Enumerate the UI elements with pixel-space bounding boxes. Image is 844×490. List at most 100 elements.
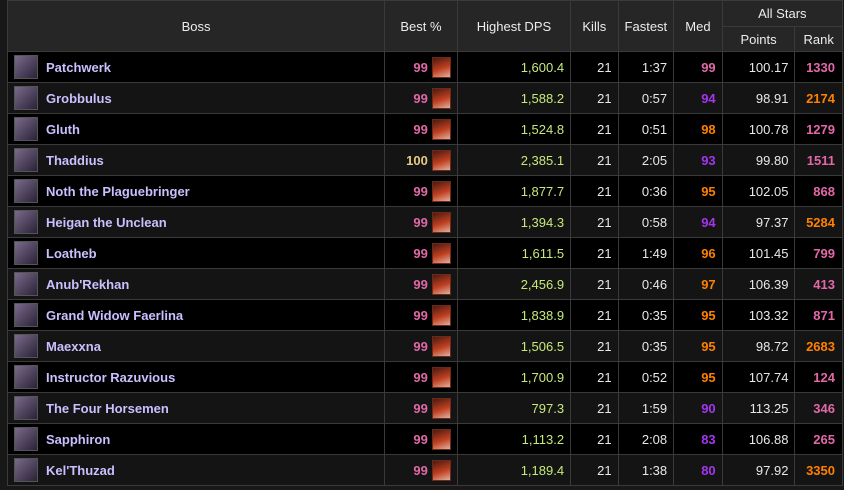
boss-cell-content: Sapphiron [14, 427, 384, 451]
points-value: 100.17 [721, 51, 796, 83]
table-row[interactable]: Maexxna 99 1,506.5 21 0:35 95 98.72 2683 [6, 330, 843, 362]
best-percent-cell: 99 [384, 51, 458, 83]
boss-name-link[interactable]: Maexxna [46, 339, 101, 354]
rank-value[interactable]: 346 [794, 392, 843, 424]
boss-cell: Patchwerk [6, 51, 386, 83]
table-row[interactable]: Anub'Rekhan 99 2,456.9 21 0:46 97 106.39… [6, 268, 843, 300]
boss-cell-content: The Four Horsemen [14, 396, 384, 420]
spec-icon[interactable] [431, 118, 451, 140]
boss-name-link[interactable]: Gluth [46, 122, 80, 137]
kills-value: 21 [570, 113, 619, 145]
table-row[interactable]: Sapphiron 99 1,113.2 21 2:08 83 106.88 2… [6, 423, 843, 455]
boss-name-link[interactable]: Heigan the Unclean [46, 215, 167, 230]
spec-icon[interactable] [431, 273, 451, 295]
best-percent-cell: 99 [384, 113, 458, 145]
rank-value[interactable]: 1279 [794, 113, 843, 145]
boss-name-link[interactable]: Noth the Plaguebringer [46, 184, 190, 199]
fastest-value: 0:36 [617, 175, 675, 207]
rank-value[interactable]: 413 [794, 268, 843, 300]
table-row[interactable]: Thaddius 100 2,385.1 21 2:05 93 99.80 15… [6, 144, 843, 176]
boss-rankings-table: Boss Best % Highest DPS Kills Fastest Me… [6, 0, 844, 486]
best-percent-content: 99 [385, 428, 451, 450]
spec-icon[interactable] [431, 211, 451, 233]
boss-name-link[interactable]: Loatheb [46, 246, 97, 261]
highest-dps-value: 1,506.5 [456, 330, 572, 362]
boss-name-link[interactable]: Grand Widow Faerlina [46, 308, 183, 323]
header-rank[interactable]: Rank [794, 26, 843, 52]
rank-value[interactable]: 5284 [794, 206, 843, 238]
table-row[interactable]: Kel'Thuzad 99 1,189.4 21 1:38 80 97.92 3… [6, 454, 843, 486]
maexxna-portrait-icon [14, 334, 38, 358]
kills-value: 21 [570, 175, 619, 207]
rank-value[interactable]: 2683 [794, 330, 843, 362]
table-row[interactable]: Heigan the Unclean 99 1,394.3 21 0:58 94… [6, 206, 843, 238]
best-percent-content: 99 [385, 118, 451, 140]
header-points[interactable]: Points [721, 26, 796, 52]
spec-icon[interactable] [431, 335, 451, 357]
spec-icon[interactable] [431, 428, 451, 450]
spec-icon[interactable] [431, 459, 451, 481]
header-fastest[interactable]: Fastest [617, 0, 675, 52]
table-row[interactable]: Patchwerk 99 1,600.4 21 1:37 99 100.17 1… [6, 51, 843, 83]
fastest-value: 2:05 [617, 144, 675, 176]
table-row[interactable]: The Four Horsemen 99 797.3 21 1:59 90 11… [6, 392, 843, 424]
highest-dps-value: 1,394.3 [456, 206, 572, 238]
table-row[interactable]: Loatheb 99 1,611.5 21 1:49 96 101.45 799 [6, 237, 843, 269]
points-value: 99.80 [721, 144, 796, 176]
best-percent-value: 99 [413, 431, 428, 447]
rank-value[interactable]: 265 [794, 423, 843, 455]
boss-name-link[interactable]: Instructor Razuvious [46, 370, 175, 385]
boss-name-link[interactable]: Patchwerk [46, 60, 111, 75]
spec-icon[interactable] [431, 56, 451, 78]
spec-icon[interactable] [431, 180, 451, 202]
spec-icon[interactable] [431, 397, 451, 419]
best-percent-value: 99 [413, 245, 428, 261]
median-value: 94 [673, 206, 723, 238]
header-median[interactable]: Med [673, 0, 723, 52]
boss-name-link[interactable]: Kel'Thuzad [46, 463, 115, 478]
spec-icon[interactable] [431, 242, 451, 264]
best-percent-value: 99 [413, 214, 428, 230]
boss-cell-content: Patchwerk [14, 55, 384, 79]
header-kills[interactable]: Kills [570, 0, 619, 52]
table-row[interactable]: Grobbulus 99 1,588.2 21 0:57 94 98.91 21… [6, 82, 843, 114]
median-value: 95 [673, 175, 723, 207]
rank-value[interactable]: 1511 [794, 144, 843, 176]
highest-dps-value: 1,588.2 [456, 82, 572, 114]
boss-name-link[interactable]: Grobbulus [46, 91, 112, 106]
table-row[interactable]: Gluth 99 1,524.8 21 0:51 98 100.78 1279 [6, 113, 843, 145]
table-row[interactable]: Noth the Plaguebringer 99 1,877.7 21 0:3… [6, 175, 843, 207]
best-percent-content: 99 [385, 304, 451, 326]
table-row[interactable]: Grand Widow Faerlina 99 1,838.9 21 0:35 … [6, 299, 843, 331]
header-highest-dps[interactable]: Highest DPS [456, 0, 572, 52]
rank-value[interactable]: 3350 [794, 454, 843, 486]
header-boss[interactable]: Boss [6, 0, 386, 52]
spec-icon[interactable] [431, 87, 451, 109]
header-best-percent[interactable]: Best % [384, 0, 458, 52]
best-percent-content: 99 [385, 273, 451, 295]
table-row[interactable]: Instructor Razuvious 99 1,700.9 21 0:52 … [6, 361, 843, 393]
spec-icon[interactable] [431, 304, 451, 326]
rank-value[interactable]: 799 [794, 237, 843, 269]
points-value: 100.78 [721, 113, 796, 145]
boss-name-link[interactable]: The Four Horsemen [46, 401, 169, 416]
boss-cell: Loatheb [6, 237, 386, 269]
boss-name-link[interactable]: Thaddius [46, 153, 104, 168]
boss-cell: Anub'Rekhan [6, 268, 386, 300]
rank-value[interactable]: 124 [794, 361, 843, 393]
rank-value[interactable]: 2174 [794, 82, 843, 114]
boss-name-link[interactable]: Anub'Rekhan [46, 277, 129, 292]
spec-icon[interactable] [431, 149, 451, 171]
fastest-value: 0:51 [617, 113, 675, 145]
razuvious-portrait-icon [14, 365, 38, 389]
sapphiron-portrait-icon [14, 427, 38, 451]
points-value: 103.32 [721, 299, 796, 331]
rank-value[interactable]: 868 [794, 175, 843, 207]
boss-cell-content: Heigan the Unclean [14, 210, 384, 234]
best-percent-cell: 100 [384, 144, 458, 176]
rank-value[interactable]: 1330 [794, 51, 843, 83]
spec-icon[interactable] [431, 366, 451, 388]
boss-name-link[interactable]: Sapphiron [46, 432, 110, 447]
best-percent-cell: 99 [384, 330, 458, 362]
rank-value[interactable]: 871 [794, 299, 843, 331]
